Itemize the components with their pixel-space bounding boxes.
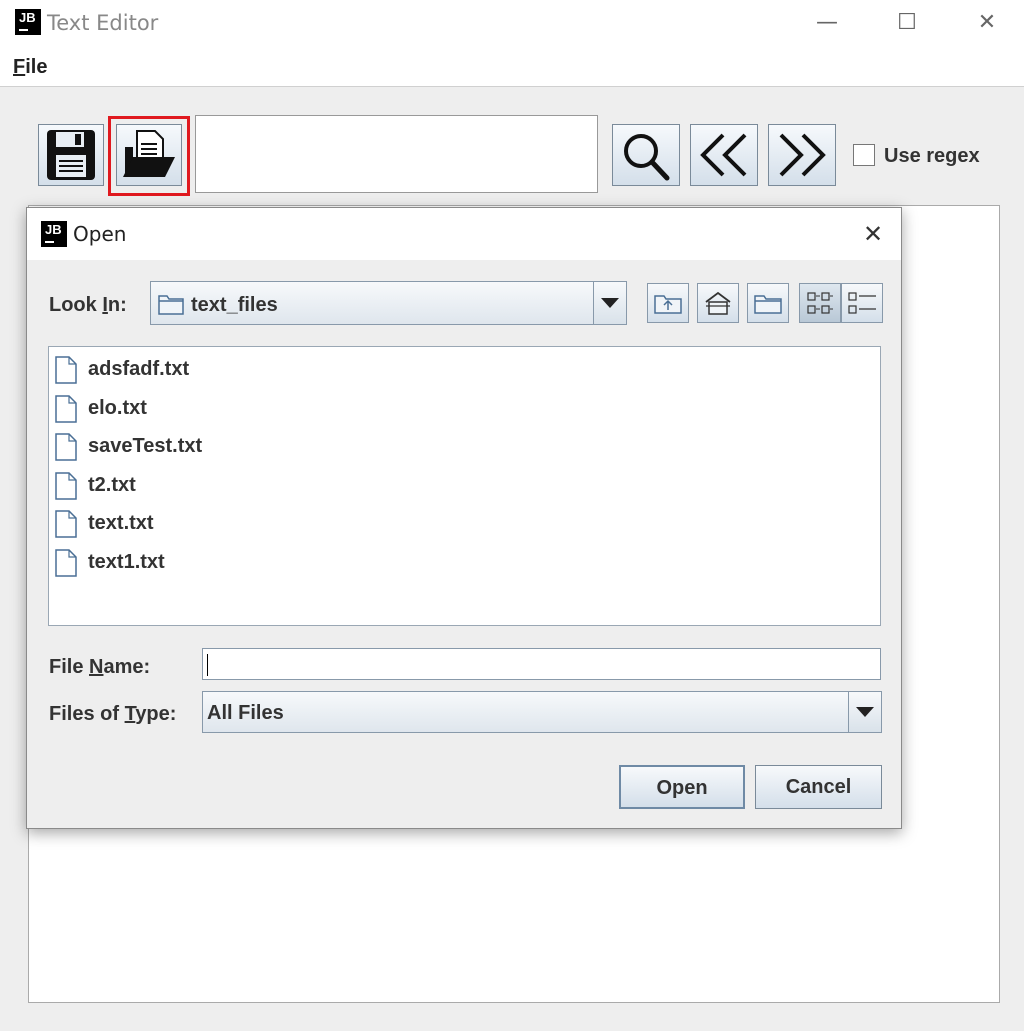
files-of-type-label-after: ype: [135, 703, 177, 725]
minimize-button[interactable]: — [797, 5, 857, 41]
file-list-item[interactable]: text1.txt [55, 545, 455, 581]
menubar: File [0, 50, 1024, 87]
files-of-type-label: Files of Type: [49, 703, 176, 726]
new-folder-icon [754, 295, 782, 314]
files-of-type-mnemonic: T [124, 703, 136, 725]
files-of-type-dropdown-arrow[interactable] [848, 692, 881, 732]
folder-icon [158, 295, 184, 315]
file-list-item[interactable]: adsfadf.txt [55, 352, 455, 388]
file-icon [55, 549, 77, 577]
file-name-mnemonic: N [89, 656, 104, 678]
dialog-title: Open [73, 222, 127, 246]
look-in-label-after: n: [107, 294, 127, 316]
open-button[interactable]: Open [619, 765, 745, 809]
menu-file-mnemonic: F [13, 56, 26, 78]
file-name-label: File Name: [49, 656, 150, 679]
list-view-icon [807, 292, 833, 314]
file-list-item-name: saveTest.txt [88, 435, 203, 458]
file-list-item[interactable]: text.txt [55, 506, 455, 542]
details-view-button[interactable] [841, 283, 883, 323]
search-input[interactable] [195, 115, 598, 193]
look-in-combobox[interactable]: text_files [150, 281, 627, 325]
file-name-label-before: File [49, 656, 90, 678]
files-of-type-value: All Files [207, 702, 284, 724]
file-icon [55, 356, 77, 384]
file-icon [55, 394, 77, 423]
double-chevron-left-icon [700, 133, 747, 177]
find-previous-button[interactable] [690, 124, 758, 186]
files-of-type-label-before: Files of [49, 703, 125, 725]
file-list-item-name: adsfadf.txt [88, 358, 190, 380]
save-icon [47, 130, 95, 180]
look-in-dropdown-arrow[interactable] [593, 282, 626, 324]
file-list-item-name: text.txt [88, 512, 154, 535]
chevron-down-icon [601, 298, 619, 308]
file-list[interactable]: adsfadf.txt elo.txt saveTest.txt t2.txt text… [48, 346, 881, 626]
app-logo-icon: JB [15, 9, 41, 35]
folder-up-icon [654, 295, 682, 314]
find-next-button[interactable] [768, 124, 836, 186]
close-window-button[interactable]: ✕ [957, 5, 1017, 41]
search-icon [624, 134, 670, 181]
save-button[interactable] [38, 124, 104, 186]
file-list-item[interactable]: t2.txt [55, 468, 455, 504]
search-button[interactable] [612, 124, 680, 186]
list-view-button[interactable] [799, 283, 841, 323]
file-list-item[interactable]: saveTest.txt [55, 429, 455, 465]
double-chevron-right-icon [779, 133, 826, 177]
dialog-close-button[interactable]: ✕ [853, 214, 893, 254]
cancel-button[interactable]: Cancel [755, 765, 882, 809]
file-name-input[interactable] [202, 648, 881, 680]
chevron-down-icon [856, 707, 874, 717]
menu-file[interactable]: File [13, 56, 47, 79]
file-list-item-name: text1.txt [88, 551, 165, 573]
use-regex-checkbox[interactable] [853, 144, 875, 166]
maximize-button[interactable]: ☐ [877, 5, 937, 41]
files-of-type-combobox[interactable]: All Files [202, 691, 882, 733]
window-titlebar: JB Text Editor — ☐ ✕ [0, 0, 1024, 50]
details-view-icon [848, 292, 876, 314]
file-icon [55, 433, 77, 461]
dialog-titlebar: JB Open ✕ [27, 208, 901, 260]
up-one-level-button[interactable] [647, 283, 689, 323]
new-folder-button[interactable] [747, 283, 789, 323]
file-list-item[interactable]: elo.txt [55, 391, 455, 427]
open-file-button[interactable] [116, 124, 182, 186]
open-folder-icon [123, 130, 175, 177]
home-button[interactable] [697, 283, 739, 323]
file-icon [55, 510, 77, 539]
look-in-value: text_files [191, 294, 278, 316]
file-list-item-name: elo.txt [88, 396, 147, 419]
open-file-dialog: JB Open ✕ Look In: text_files adsfadf.tx… [26, 207, 902, 829]
file-name-label-after: ame: [103, 656, 151, 678]
look-in-label: Look In: [49, 294, 127, 317]
look-in-label-before: Look [49, 294, 103, 316]
window-title: Text Editor [47, 11, 159, 35]
menu-file-label: ile [25, 56, 48, 78]
use-regex-label: Use regex [884, 145, 980, 167]
file-icon [55, 472, 77, 500]
file-list-item-name: t2.txt [88, 473, 136, 496]
dialog-logo-icon: JB [41, 221, 67, 247]
home-icon [705, 291, 731, 315]
